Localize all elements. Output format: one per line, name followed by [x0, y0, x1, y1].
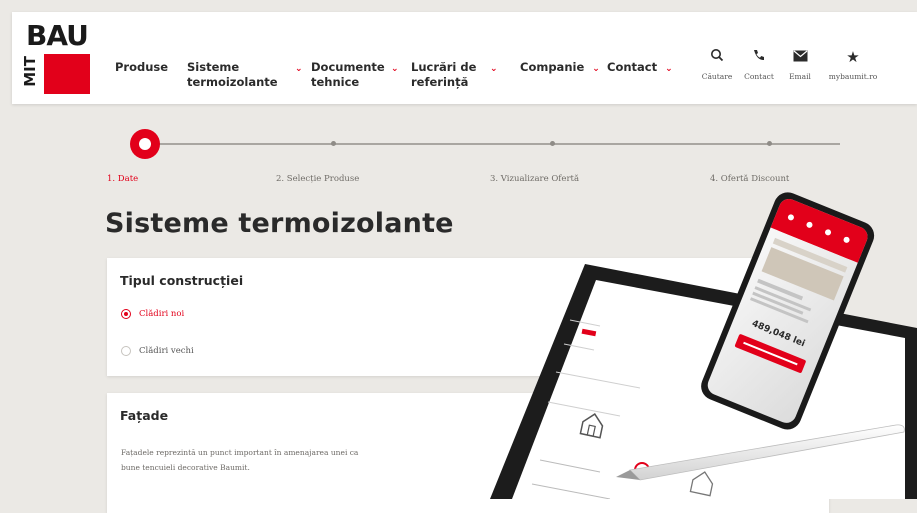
site-header: BAU MIT Produse Sisteme termoizolante ⌄ … — [12, 12, 917, 104]
step-label-oferta-discount[interactable]: 4. Ofertă Discount — [710, 174, 789, 184]
radio-label: Clădiri noi — [139, 309, 185, 319]
step-label-vizualizare[interactable]: 3. Vizualizare Ofertă — [490, 174, 579, 184]
step-label-selectie[interactable]: 2. Selecție Produse — [276, 174, 359, 184]
nav-item-sisteme[interactable]: Sisteme termoizolante ⌄ — [187, 60, 303, 90]
facade-card: Fațade Fațadele reprezintă un punct impo… — [107, 393, 829, 513]
chevron-down-icon: ⌄ — [490, 64, 498, 74]
step-label-date[interactable]: 1. Date — [107, 174, 138, 184]
radio-label: Clădiri vechi — [139, 346, 194, 356]
chevron-down-icon: ⌄ — [295, 64, 303, 74]
logo-vertical-letters: MIT — [21, 56, 39, 87]
step-dot — [550, 141, 555, 146]
logo-text: BAU — [26, 19, 89, 52]
chevron-down-icon: ⌄ — [391, 64, 399, 74]
nav-item-label: Contact — [607, 60, 658, 74]
baumit-logo[interactable]: BAU MIT — [21, 20, 90, 94]
nav-item-label: Documente tehnice — [311, 60, 385, 89]
phone-step-dots — [787, 214, 850, 243]
radio-unselected-icon[interactable] — [121, 346, 131, 356]
nav-item-label: Produse — [115, 60, 169, 74]
step-active-marker[interactable] — [130, 129, 160, 159]
facade-description: Fațadele reprezintă un punct important î… — [121, 445, 481, 475]
facade-description-line: Fațadele reprezintă un punct important î… — [121, 448, 359, 457]
chevron-down-icon: ⌄ — [665, 64, 673, 74]
step-dot — [331, 141, 336, 146]
construction-type-title: Tipul construcției — [120, 273, 244, 288]
nav-item-label: Companie — [520, 60, 585, 74]
logo-red-block — [44, 54, 90, 94]
tool-label: mybaumit.ro — [828, 72, 878, 81]
tool-mybaumit[interactable]: ★ mybaumit.ro — [818, 48, 888, 81]
nav-item-contact[interactable]: Contact ⌄ — [607, 60, 673, 75]
star-icon: ★ — [846, 48, 860, 66]
nav-item-lucrari[interactable]: Lucrări de referință ⌄ — [411, 60, 498, 90]
radio-selected-icon[interactable] — [121, 309, 131, 319]
facade-description-line: bune tencuieli decorative Baumit. — [121, 463, 250, 472]
step-dot — [767, 141, 772, 146]
page-title: Sisteme termoizolante — [105, 208, 454, 239]
construction-type-card: Tipul construcției Clădiri noi Clădiri v… — [107, 258, 829, 376]
facade-title: Fațade — [120, 408, 169, 423]
nav-item-label: Sisteme termoizolante — [187, 60, 278, 89]
nav-item-label: Lucrări de referință — [411, 60, 477, 89]
radio-cladiri-vechi[interactable]: Clădiri vechi — [121, 344, 194, 358]
radio-cladiri-noi[interactable]: Clădiri noi — [121, 307, 184, 321]
nav-item-documente[interactable]: Documente tehnice ⌄ — [311, 60, 399, 90]
nav-item-companie[interactable]: Companie ⌄ — [520, 60, 600, 75]
progress-track — [148, 143, 840, 145]
logo-vertical-text: MIT — [21, 56, 42, 94]
nav-item-produse[interactable]: Produse — [115, 60, 168, 75]
chevron-down-icon: ⌄ — [592, 64, 600, 74]
phone-header-bar — [773, 198, 868, 260]
